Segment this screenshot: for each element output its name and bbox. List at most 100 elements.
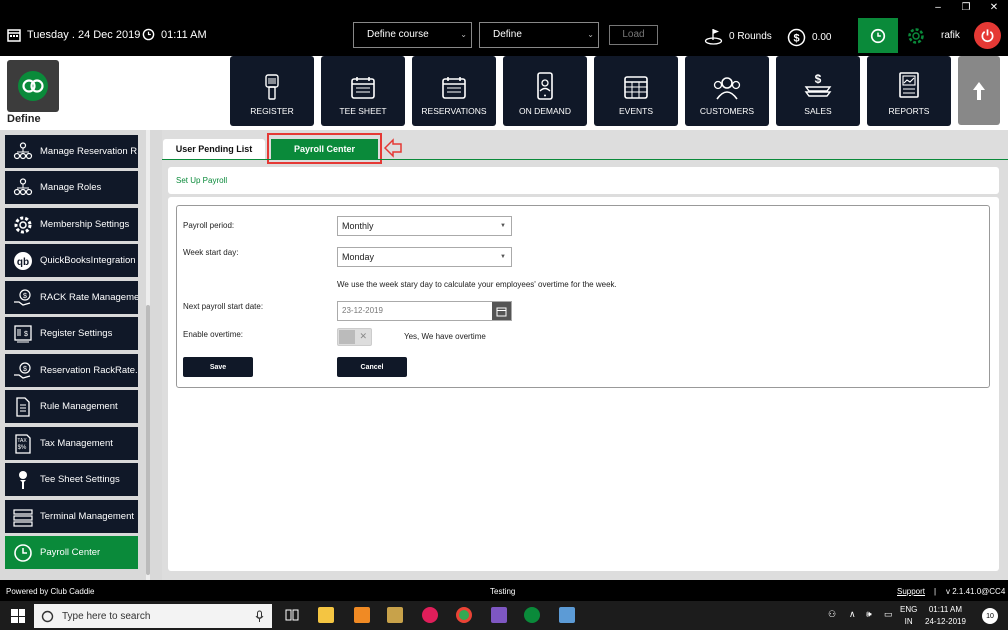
file-explorer-icon[interactable] [318,607,334,623]
org-chart-icon [12,141,34,163]
nav-sales[interactable]: $ SALES [776,56,860,126]
document-icon [12,396,34,418]
power-button[interactable] [974,22,1001,49]
environment-label: Testing [490,587,516,596]
tab-user-pending-list[interactable]: User Pending List [163,139,265,159]
sidebar-scrollbar[interactable] [146,130,150,580]
search-icon [41,610,54,623]
sidebar-item-reservation-rackrate[interactable]: $ Reservation RackRate... [5,354,138,387]
barcode-scanner-icon [265,74,279,100]
money-icon: $ [804,72,832,97]
task-view-icon[interactable] [284,607,300,623]
nav-reports[interactable]: REPORTS [867,56,951,126]
tab-payroll-center[interactable]: Payroll Center [271,139,378,159]
calendar-icon [7,29,21,42]
rack-rate-icon: $ [12,287,34,309]
nav-events[interactable]: EVENTS [594,56,678,126]
dollar-icon: $ [787,28,806,47]
taskbar-clock[interactable]: 01:11 AM 24-12-2019 [925,604,966,628]
nav-register[interactable]: REGISTER [230,56,314,126]
chrome-icon[interactable] [456,607,472,623]
taskbar: Type here to search ⚇ ∧ 🕪 ▭ ENG IN 01:11… [0,601,1008,630]
next-start-date-input[interactable]: 23-12-2019 [337,301,512,321]
nav-reservations[interactable]: RESERVATIONS [412,56,496,126]
load-button[interactable]: Load [609,25,658,45]
chevron-up-icon[interactable]: ∧ [849,609,856,620]
gear-icon[interactable] [906,26,926,46]
support-link[interactable]: Support [897,587,925,596]
lang-line1: ENG [900,605,918,614]
clock-date: 24-12-2019 [925,617,966,626]
minimize-button[interactable]: ‒ [924,0,952,16]
sidebar-item-register-settings[interactable]: $ Register Settings [5,317,138,350]
sidebar-item-membership-settings[interactable]: Membership Settings [5,208,138,241]
nav-customers[interactable]: CUSTOMERS [685,56,769,126]
overtime-toggle[interactable]: ✕ [337,328,372,346]
nav-label: CUSTOMERS [699,106,755,116]
taskbar-search[interactable]: Type here to search [34,604,272,628]
microphone-icon[interactable] [255,610,264,623]
people-icon[interactable]: ⚇ [828,609,836,620]
sidebar-item-label: RACK Rate Manageme... [40,292,138,303]
sidebar-item-tee-sheet-settings[interactable]: Tee Sheet Settings [5,463,138,496]
club-caddie-icon[interactable] [524,607,540,623]
sidebar-item-label: Reservation RackRate... [40,365,138,376]
windows-start-icon[interactable] [11,609,25,623]
svg-text:$: $ [23,366,27,373]
sidebar-item-manage-roles[interactable]: Manage Roles [5,171,138,204]
svg-text:$: $ [23,293,27,300]
sublime-icon[interactable] [354,607,370,623]
cancel-button[interactable]: Cancel [337,357,407,377]
sidebar-item-manage-reservation[interactable]: Manage Reservation R... [5,135,138,168]
time-display: 01:11 AM [142,28,207,41]
clock-in-button[interactable] [858,18,898,53]
slack-icon[interactable] [422,607,438,623]
chevron-down-icon: ⌄ [587,30,594,39]
chevron-down-icon: ⌄ [460,30,467,39]
date-display: Tuesday . 24 Dec 2019 [7,28,140,42]
close-icon: ✕ [359,331,367,341]
network-icon[interactable]: ▭ [884,609,893,620]
username[interactable]: rafik [941,30,960,41]
paint-icon[interactable] [559,607,575,623]
clock-icon [870,28,886,43]
week-start-label: Week start day: [183,248,239,257]
save-button[interactable]: Save [183,357,253,377]
svg-text:qb: qb [17,257,29,268]
payroll-period-select[interactable]: Monthly ▼ [337,216,512,236]
app-icon[interactable] [387,607,403,623]
gear-icon [12,214,34,236]
sidebar-item-quickbooks[interactable]: qb QuickBooksIntegration [5,244,138,277]
sidebar-item-payroll-center[interactable]: Payroll Center [5,536,138,569]
scrollbar-thumb[interactable] [146,305,150,575]
clock-time: 01:11 AM [928,605,963,614]
volume-icon[interactable]: 🕪 [866,609,872,620]
close-button[interactable]: ✕ [980,0,1008,16]
svg-text:$: $ [793,33,799,45]
caret-down-icon: ▼ [500,254,506,260]
scroll-up-button[interactable] [958,56,1000,125]
course-select[interactable]: Define course ⌄ [353,22,472,48]
arrow-left-icon [383,138,402,158]
sidebar-item-tax-management[interactable]: TAX $% Tax Management [5,427,138,460]
version-label: v 2.1.41.0@CC4 [946,587,1006,596]
rounds-stat: 0 Rounds [704,28,772,45]
notification-badge[interactable]: 10 [982,608,998,624]
calendar-icon[interactable] [492,302,511,320]
sidebar-item-rack-rate[interactable]: $ RACK Rate Manageme... [5,281,138,314]
time-text: 01:11 AM [161,28,207,41]
restore-button[interactable]: ❐ [952,0,980,16]
calendar-icon [351,77,375,99]
quickbooks-icon: qb [12,250,34,272]
language-indicator[interactable]: ENG IN [900,604,917,628]
nav-label: ON DEMAND [519,106,571,116]
define-select[interactable]: Define ⌄ [479,22,599,48]
amount-stat: $ 0.00 [787,28,831,47]
sidebar-item-terminal-management[interactable]: Terminal Management [5,500,138,533]
nav-tee-sheet[interactable]: TEE SHEET [321,56,405,126]
visual-studio-icon[interactable] [491,607,507,623]
week-start-select[interactable]: Monday ▼ [337,247,512,267]
report-icon [899,72,919,98]
sidebar-item-rule-management[interactable]: Rule Management [5,390,138,423]
nav-on-demand[interactable]: ON DEMAND [503,56,587,126]
